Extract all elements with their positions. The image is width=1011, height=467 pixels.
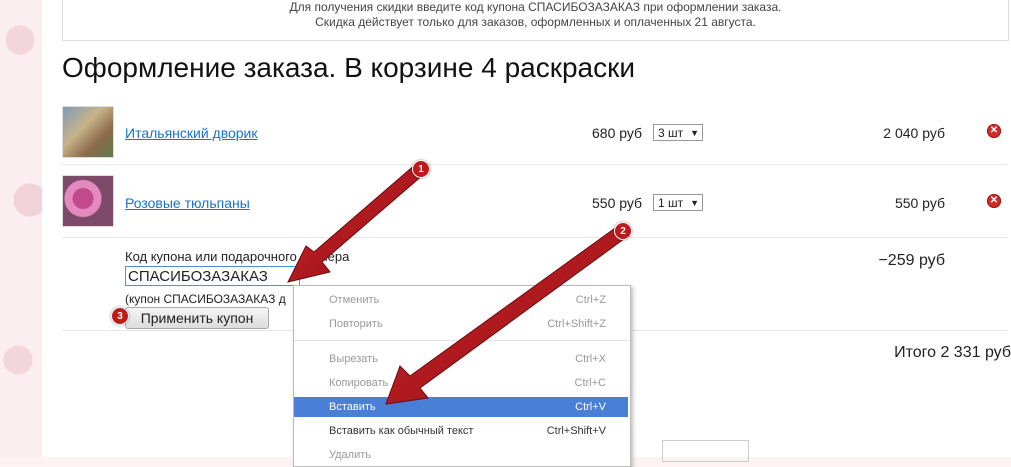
annotation-arrows	[287, 163, 629, 405]
annotation-badge-2: 2	[614, 222, 632, 240]
arrow-2	[385, 225, 629, 405]
arrow-1	[287, 163, 425, 283]
annotation-badge-1: 1	[412, 160, 430, 178]
annotation-badge-3: 3	[111, 307, 129, 325]
